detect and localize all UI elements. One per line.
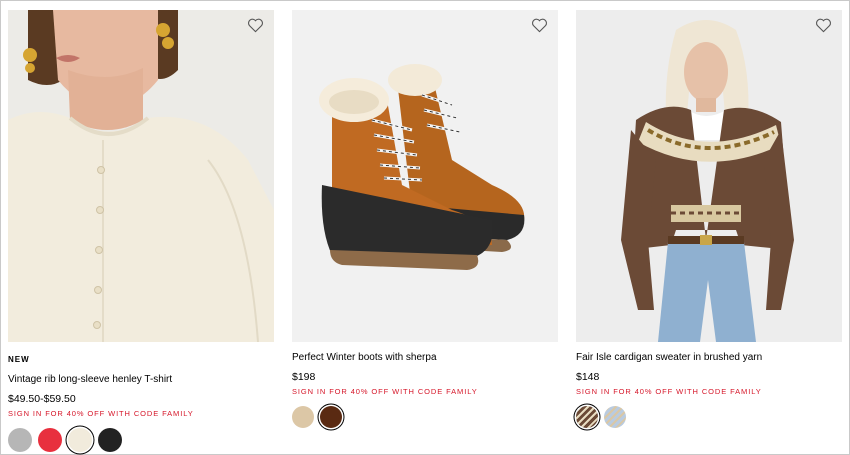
color-swatch-tan[interactable] (292, 406, 314, 428)
heart-icon[interactable] (531, 18, 548, 33)
color-swatch-brown-fairisle[interactable] (576, 406, 598, 428)
product-grid: NEW Vintage rib long-sleeve henley T-shi… (0, 0, 850, 455)
henley-photo (8, 10, 274, 342)
promo-text: SIGN IN FOR 40% OFF WITH CODE FAMILY (8, 409, 194, 418)
product-name[interactable]: Perfect Winter boots with sherpa (292, 352, 558, 364)
boots-photo (292, 10, 558, 342)
promo-text: SIGN IN FOR 40% OFF WITH CODE FAMILY (576, 387, 762, 396)
cardigan-photo (576, 10, 842, 342)
color-swatch-red[interactable] (38, 428, 62, 452)
product-name[interactable]: Fair Isle cardigan sweater in brushed ya… (576, 352, 842, 364)
color-swatches (292, 406, 558, 428)
product-price: $148 (576, 371, 600, 383)
product-image[interactable] (576, 10, 842, 342)
product-price: $198 (292, 371, 316, 383)
product-card[interactable]: Fair Isle cardigan sweater in brushed ya… (576, 10, 842, 428)
color-swatch-brown[interactable] (320, 406, 342, 428)
color-swatch-cream[interactable] (68, 428, 92, 452)
product-card[interactable]: Perfect Winter boots with sherpa $198 SI… (292, 10, 558, 428)
heart-icon[interactable] (247, 18, 264, 33)
product-card[interactable]: NEW Vintage rib long-sleeve henley T-shi… (8, 10, 274, 452)
product-image[interactable] (292, 10, 558, 342)
promo-text: SIGN IN FOR 40% OFF WITH CODE FAMILY (292, 387, 478, 396)
color-swatch-blue-fairisle[interactable] (604, 406, 626, 428)
heart-icon[interactable] (815, 18, 832, 33)
product-image[interactable] (8, 10, 274, 342)
new-badge: NEW (8, 355, 30, 364)
color-swatch-gray[interactable] (8, 428, 32, 452)
color-swatches (576, 406, 842, 428)
color-swatch-black[interactable] (98, 428, 122, 452)
product-name[interactable]: Vintage rib long-sleeve henley T-shirt (8, 374, 274, 386)
product-price: $49.50-$59.50 (8, 393, 76, 405)
color-swatches (8, 428, 274, 452)
